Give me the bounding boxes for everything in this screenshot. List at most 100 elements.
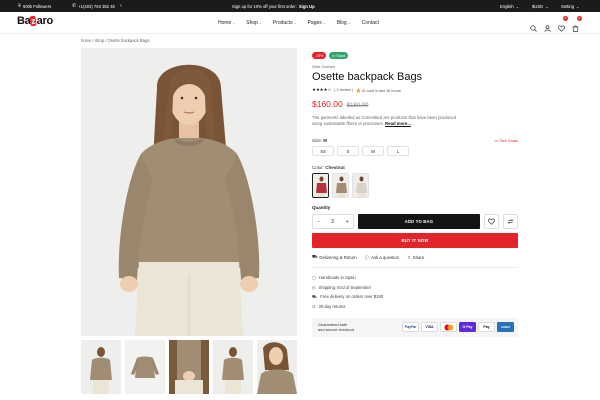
question-icon: ⓘ xyxy=(364,254,369,260)
thumbnail-5[interactable] xyxy=(257,340,297,394)
account-icon[interactable] xyxy=(544,19,551,32)
product-category[interactable]: Girls Clothes xyxy=(312,64,518,69)
box-icon: ▢ xyxy=(312,275,316,281)
sale-badge: -15% xyxy=(312,52,327,59)
setting-select[interactable]: Setting ⌄ xyxy=(561,0,580,12)
instagram-icon: ⌾ xyxy=(18,3,22,9)
size-options: XS S M L xyxy=(312,146,518,157)
read-more-link[interactable]: Read more... xyxy=(385,121,411,126)
thumbnail-2[interactable] xyxy=(125,340,165,394)
followers-item[interactable]: ⌾ 500k Followers xyxy=(18,0,51,12)
delivery-return-link[interactable]: ⛟ Delivering & Return xyxy=(312,254,357,261)
product-info: -15% In Stock Girls Clothes Osette backp… xyxy=(312,52,518,337)
add-to-wishlist-button[interactable] xyxy=(484,214,500,230)
nav-item-contact[interactable]: Contact xyxy=(362,20,379,26)
badge-row: -15% In Stock xyxy=(312,52,518,59)
breadcrumb[interactable]: home / shop / Osette backpack Bags xyxy=(81,38,149,43)
size-header: Size: M ▭ Size Guide xyxy=(312,138,518,143)
site-logo[interactable]: Bazaro xyxy=(17,15,53,27)
phone-icon: ✆ xyxy=(72,3,77,9)
color-swatch-1[interactable] xyxy=(312,173,329,199)
size-option-l[interactable]: L xyxy=(387,146,409,157)
size-option-xs[interactable]: XS xyxy=(312,146,334,157)
thumbnail-photo xyxy=(257,340,297,394)
nav-label: Home xyxy=(218,19,232,26)
feature-item: ↺ 30-day returns xyxy=(312,304,518,309)
feature-list: ▢ Handmade in Spain ◷ Shipping: End of Sep… xyxy=(312,275,518,309)
main-nav: Home⌄ Shop⌄ Products⌄ Pages⌄ Blog⌄ Conta… xyxy=(218,12,379,33)
feature-item: ⛟ Free delivery on orders over $150 xyxy=(312,294,518,300)
mastercard-logo xyxy=(444,324,453,331)
size-label-group: Size: M xyxy=(312,138,327,143)
gpay-icon: G Pay xyxy=(459,322,476,333)
size-option-m[interactable]: M xyxy=(362,146,384,157)
size-option-s[interactable]: S xyxy=(337,146,359,157)
nav-item-blog[interactable]: Blog⌄ xyxy=(337,20,351,26)
thumbnail-1[interactable] xyxy=(81,340,121,394)
phone-item[interactable]: ✆ +1(403) 763 392 46 xyxy=(72,0,115,12)
phone-text: +1(403) 763 392 46 xyxy=(78,3,115,9)
promo-banner: Sign up for 10% off your first order: Si… xyxy=(232,0,315,12)
nav-item-pages[interactable]: Pages⌄ xyxy=(308,20,326,26)
thumbnail-4[interactable] xyxy=(213,340,253,394)
delivery-return-label: Delivering & Return xyxy=(319,255,357,261)
search-icon[interactable] xyxy=(530,19,537,32)
add-to-bag-button[interactable]: ADD TO BAG xyxy=(357,214,481,230)
color-swatches xyxy=(312,173,518,199)
size-guide-link[interactable]: ▭ Size Guide xyxy=(494,138,518,144)
topbar-prev-arrow[interactable]: ‹ xyxy=(120,0,122,12)
nav-item-home[interactable]: Home⌄ xyxy=(218,20,235,26)
swatch-photo xyxy=(353,174,368,198)
chevron-down-icon: ⌄ xyxy=(322,20,326,25)
currency-select[interactable]: $USD ⌄ xyxy=(532,0,549,12)
buy-now-button[interactable]: BUY IT NOW xyxy=(312,233,518,249)
language-value: English xyxy=(500,3,514,9)
ruler-icon: ▭ xyxy=(494,139,498,144)
swatch-photo xyxy=(333,174,348,198)
product-links: ⛟ Delivering & Return ⓘ Ask a question ⇪ Sh… xyxy=(312,254,518,269)
compare-button[interactable] xyxy=(503,214,518,230)
nav-label: Shop xyxy=(246,19,258,26)
selected-color: Chestnut xyxy=(325,165,345,171)
nav-item-shop[interactable]: Shop⌄ xyxy=(246,20,262,26)
feature-text: 30-day returns xyxy=(318,303,346,309)
site-header: Bazaro Home⌄ Shop⌄ Products⌄ Pages⌄ Blog… xyxy=(0,12,600,34)
feature-text: Handmade in Spain xyxy=(318,275,356,281)
decrease-quantity-button[interactable]: − xyxy=(317,219,320,225)
thumbnail-3[interactable] xyxy=(169,340,209,394)
nav-label: Blog xyxy=(336,19,347,26)
thumbnail-photo xyxy=(213,340,253,394)
product-main-image[interactable] xyxy=(81,48,297,336)
signup-link[interactable]: Sign Up xyxy=(299,4,315,9)
visa-icon: VISA xyxy=(421,322,438,333)
language-select[interactable]: English ⌄ xyxy=(500,0,519,12)
sold-text: 41 sold in last 16 hours xyxy=(361,88,401,93)
thumbnail-photo xyxy=(81,340,121,394)
nav-item-products[interactable]: Products⌄ xyxy=(273,20,297,26)
color-swatch-3[interactable] xyxy=(352,173,369,199)
quantity-value[interactable]: 2 xyxy=(331,219,334,225)
current-price: $160.00 xyxy=(312,99,343,109)
fire-icon: 🔥 xyxy=(355,88,361,93)
cart-icon[interactable]: 0 xyxy=(572,16,582,32)
model-photo xyxy=(81,48,297,336)
clock-icon: ◷ xyxy=(312,284,316,290)
ask-question-link[interactable]: ⓘ Ask a question xyxy=(365,254,399,261)
swatch-photo xyxy=(313,174,328,198)
product-description: The garments labelled as Committed are p… xyxy=(312,115,462,127)
review-count-link[interactable]: ( 1 review ) xyxy=(334,88,353,92)
sold-info: 🔥 41 sold in last 16 hours xyxy=(356,88,401,93)
nav-label: Contact xyxy=(361,19,379,26)
color-swatch-2[interactable] xyxy=(332,173,349,199)
share-link[interactable]: ⇪ Share xyxy=(407,254,424,261)
increase-quantity-button[interactable]: + xyxy=(346,219,349,225)
chevron-down-icon: ⌄ xyxy=(258,20,262,25)
payment-methods: PayPal VISA G Pay Pay AMEX xyxy=(402,322,514,333)
chevron-left-icon: ‹ xyxy=(120,3,122,9)
chevron-down-icon: ⌄ xyxy=(545,3,549,9)
chevron-down-icon: ⌄ xyxy=(232,20,236,25)
currency-value: $USD xyxy=(532,3,544,9)
wishlist-icon[interactable]: 0 xyxy=(558,16,568,32)
paypal-icon: PayPal xyxy=(402,322,419,333)
chevron-down-icon: ⌄ xyxy=(347,20,351,25)
